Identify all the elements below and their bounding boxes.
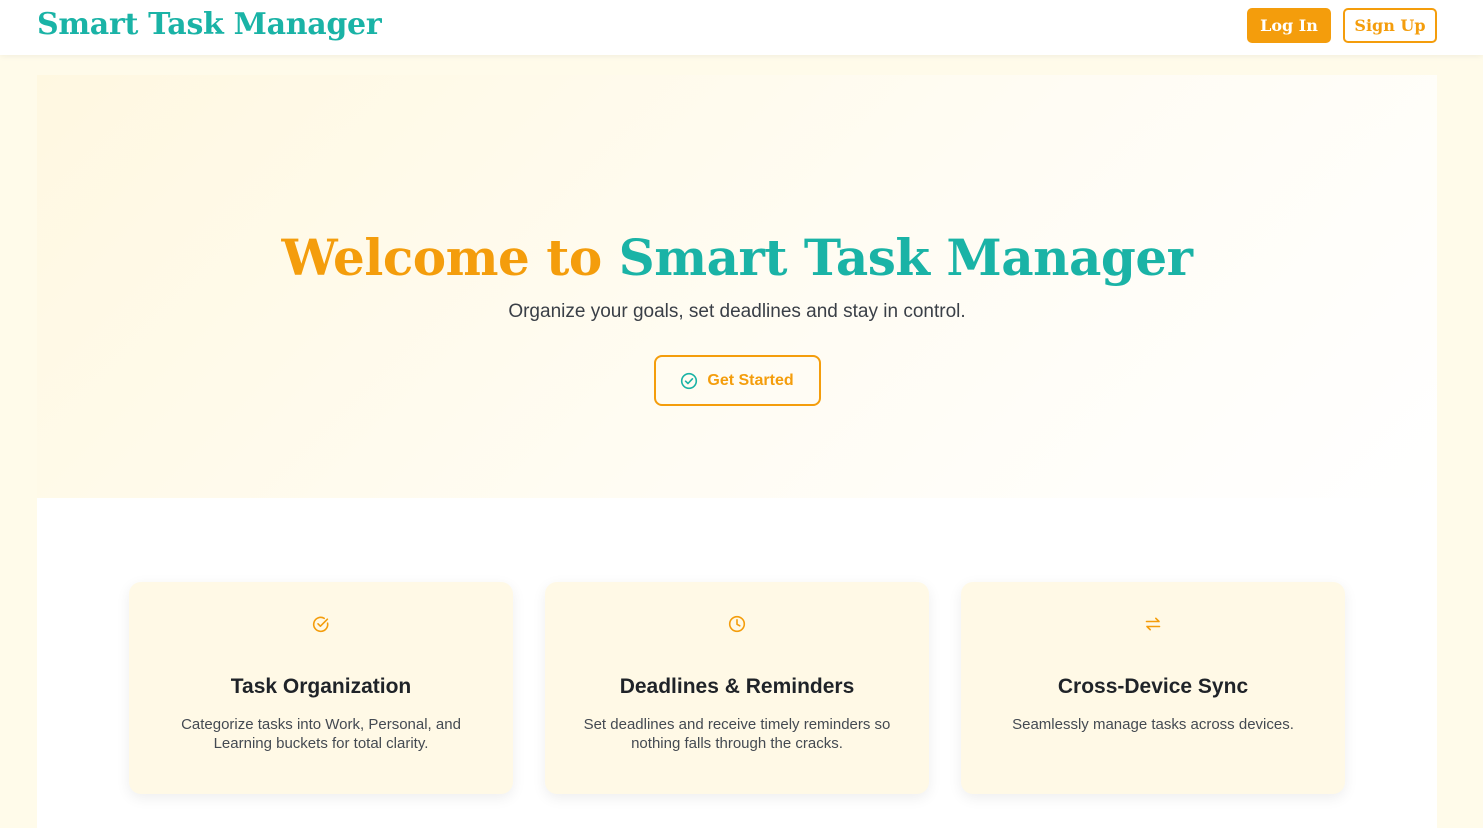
hero-section: Welcome to Smart Task Manager Organize y… — [37, 75, 1437, 498]
clock-icon — [728, 615, 746, 633]
feature-description: Categorize tasks into Work, Personal, an… — [181, 716, 461, 752]
hero-subtitle: Organize your goals, set deadlines and s… — [508, 301, 966, 322]
feature-card-task-organization: Task Organization Categorize tasks into … — [129, 582, 513, 794]
sync-arrows-icon — [1144, 615, 1162, 633]
check-circle-icon — [312, 615, 330, 633]
top-navbar: Smart Task Manager Log In Sign Up — [0, 0, 1483, 55]
feature-description: Seamlessly manage tasks across devices. — [1012, 716, 1294, 733]
signup-button[interactable]: Sign Up — [1343, 7, 1437, 43]
hero-title-welcome: Welcome to — [281, 228, 602, 287]
hero-title-app-name: Smart Task Manager — [618, 228, 1193, 287]
feature-title: Task Organization — [230, 675, 412, 698]
login-button[interactable]: Log In — [1247, 7, 1331, 43]
hero-title: Welcome to Smart Task Manager — [281, 228, 1193, 287]
get-started-button[interactable]: Get Started — [653, 355, 821, 406]
get-started-label: Get Started — [707, 371, 794, 389]
feature-title: Deadlines & Reminders — [619, 675, 855, 698]
feature-card-deadlines-reminders: Deadlines & Reminders Set deadlines and … — [545, 582, 929, 794]
feature-title: Cross-Device Sync — [1057, 675, 1249, 698]
nav-actions: Log In Sign Up — [1247, 7, 1437, 43]
brand-logo[interactable]: Smart Task Manager — [37, 7, 382, 42]
feature-description: Set deadlines and receive timely reminde… — [583, 716, 891, 752]
features-section: Task Organization Categorize tasks into … — [37, 498, 1437, 828]
feature-card-cross-device-sync: Cross-Device Sync Seamlessly manage task… — [961, 582, 1345, 794]
check-circle-icon — [680, 372, 698, 390]
